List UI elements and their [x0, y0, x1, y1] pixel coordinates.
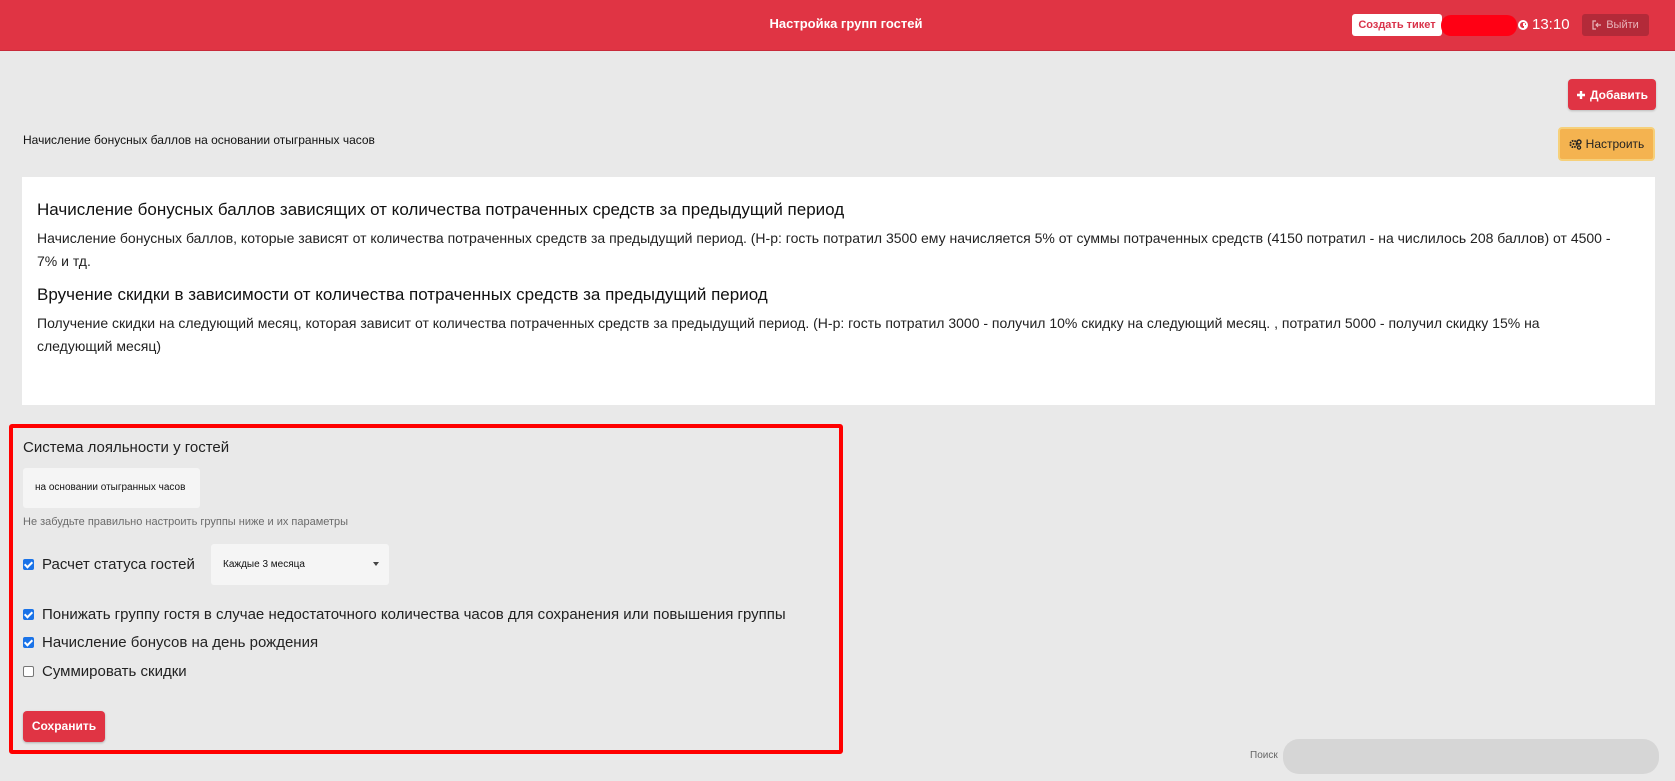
save-button[interactable]: Сохранить: [23, 711, 105, 742]
logout-label: Выйти: [1606, 19, 1639, 31]
downgrade-label: Понижать группу гостя в случае недостато…: [42, 606, 786, 623]
sum-discounts-row: Суммировать скидки: [23, 663, 187, 680]
configure-button[interactable]: Настроить: [1558, 127, 1655, 161]
top-bar: Настройка групп гостей Создать тикет 13:…: [0, 0, 1675, 51]
sum-discounts-checkbox[interactable]: [23, 666, 34, 677]
plus-icon: [1576, 90, 1585, 99]
status-calc-row: Расчет статуса гостей: [23, 556, 195, 573]
add-button-label: Добавить: [1589, 87, 1649, 102]
search-label: Поиск: [1250, 750, 1278, 761]
loyalty-system-select[interactable]: на основании отыгранных часов: [23, 468, 200, 508]
birthday-bonus-row: Начисление бонусов на день рождения: [23, 634, 318, 651]
loyalty-types-info-card: Начисление бонусных баллов зависящих от …: [22, 177, 1655, 405]
chevron-down-icon: [373, 562, 379, 566]
loyalty-settings-panel: Система лояльности у гостей на основании…: [9, 424, 843, 754]
downgrade-checkbox[interactable]: [23, 609, 34, 620]
configure-button-label: Настроить: [1585, 137, 1645, 151]
status-calc-label: Расчет статуса гостей: [42, 556, 195, 573]
status-period-select[interactable]: Каждые 3 месяца: [211, 544, 389, 585]
info-section-2-title: Вручение скидки в зависимости от количес…: [37, 285, 768, 304]
create-ticket-button[interactable]: Создать тикет: [1352, 14, 1442, 36]
info-section-1-title: Начисление бонусных баллов зависящих от …: [37, 200, 845, 219]
birthday-bonus-label: Начисление бонусов на день рождения: [42, 634, 319, 651]
logout-button[interactable]: Выйти: [1582, 14, 1649, 36]
sign-out-icon: [1592, 20, 1602, 30]
sum-discounts-label: Суммировать скидки: [42, 663, 187, 680]
add-button[interactable]: Добавить: [1568, 79, 1656, 110]
info-section-1-text: Начисление бонусных баллов, которые зави…: [37, 230, 1611, 269]
downgrade-row: Понижать группу гостя в случае недостато…: [23, 606, 786, 623]
loyalty-system-heading: Система лояльности у гостей: [23, 439, 230, 456]
birthday-bonus-checkbox[interactable]: [23, 637, 34, 648]
gears-icon: [1569, 138, 1582, 150]
info-section-2-text: Получение скидки на следующий месяц, кот…: [37, 315, 1540, 354]
clock: 13:10: [1518, 16, 1570, 34]
clock-icon: [1518, 20, 1528, 30]
section-subtitle: Начисление бонусных баллов на основании …: [23, 133, 375, 147]
user-name-redacted: [1441, 15, 1517, 36]
clock-time: 13:10: [1532, 16, 1570, 33]
loyalty-hint: Не забудьте правильно настроить группы н…: [23, 516, 349, 528]
status-period-value: Каждые 3 месяца: [223, 559, 305, 570]
search-input[interactable]: [1283, 739, 1659, 774]
status-calc-checkbox[interactable]: [23, 559, 34, 570]
